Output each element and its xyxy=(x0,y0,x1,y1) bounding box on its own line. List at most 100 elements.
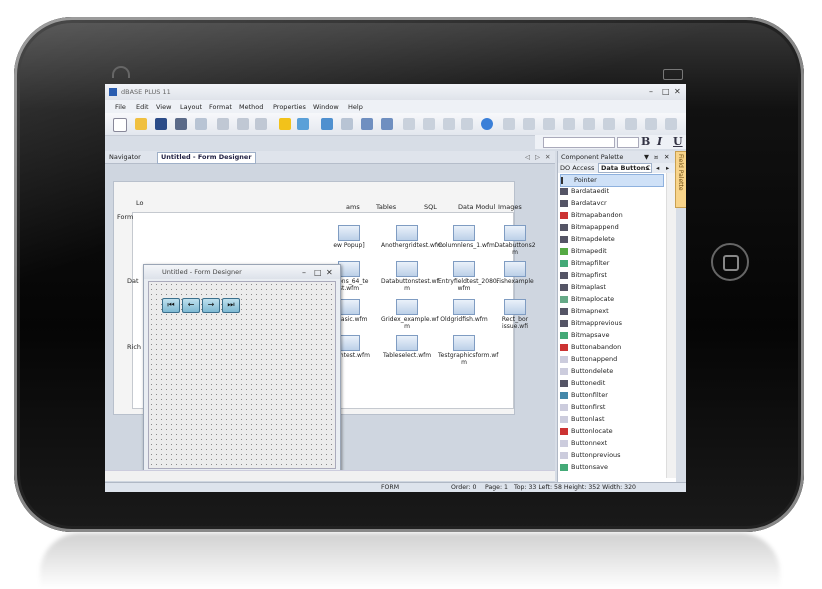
file-item[interactable]: Databuttons2 m xyxy=(491,225,539,256)
align-bottom-icon[interactable] xyxy=(603,118,615,130)
field-palette-icon[interactable] xyxy=(341,118,353,130)
palette-item[interactable]: Bitmapdelete xyxy=(560,234,662,245)
font-name-combo[interactable] xyxy=(543,137,615,148)
palette-scroll-left-button[interactable]: ◂ xyxy=(656,164,659,172)
method-editor-icon[interactable] xyxy=(381,118,393,130)
maximize-button[interactable]: □ xyxy=(662,87,670,96)
palette-item[interactable]: Buttonappend xyxy=(560,354,662,365)
print-icon[interactable] xyxy=(175,118,187,130)
palette-item[interactable]: Bitmapappend xyxy=(560,222,662,233)
palette-item[interactable]: Bardatavcr xyxy=(560,198,662,209)
save-icon[interactable] xyxy=(155,118,167,130)
palette-tab-do-access[interactable]: DO Access xyxy=(560,164,594,172)
menu-file[interactable]: File xyxy=(115,103,126,111)
size-height-icon[interactable] xyxy=(645,118,657,130)
navigator-tab-images[interactable]: Images xyxy=(498,203,522,211)
file-item[interactable]: Columnlens_1.wfm xyxy=(438,225,495,249)
navigator-tab-programs[interactable]: ams xyxy=(346,203,360,211)
menu-view[interactable]: View xyxy=(156,103,171,111)
help-icon[interactable] xyxy=(481,118,493,130)
designer-maximize-button[interactable]: □ xyxy=(314,268,322,277)
form-designer-window[interactable]: Untitled - Form Designer – □ ✕ ⏮ ← → ⏭ xyxy=(143,264,341,473)
palette-tab-data-buttons[interactable]: Data Buttons xyxy=(598,163,653,173)
tab-navigator[interactable]: Navigator xyxy=(109,153,141,161)
navigator-tab-datamodules[interactable]: Data Modul xyxy=(458,203,495,211)
file-item[interactable]: Testgraphicsform.wf m xyxy=(438,335,498,366)
file-item[interactable]: Fishexample xyxy=(491,261,539,285)
layout-2-icon[interactable] xyxy=(423,118,435,130)
menu-layout[interactable]: Layout xyxy=(180,103,202,111)
font-size-combo[interactable] xyxy=(617,137,639,148)
palette-item[interactable]: Buttonedit xyxy=(560,378,662,389)
paste-icon[interactable] xyxy=(255,118,267,130)
file-item[interactable]: ew Popup] xyxy=(323,225,375,249)
palette-item[interactable]: Buttonfirst xyxy=(560,402,662,413)
horizontal-scrollbar[interactable] xyxy=(105,470,555,481)
palette-item[interactable]: Bitmapfirst xyxy=(560,270,662,281)
align-top-icon[interactable] xyxy=(563,118,575,130)
menu-window[interactable]: Window xyxy=(313,103,339,111)
new-icon[interactable] xyxy=(113,118,127,132)
vcr-first-button[interactable]: ⏮ xyxy=(162,298,180,313)
cut-icon[interactable] xyxy=(217,118,229,130)
home-button[interactable] xyxy=(711,243,749,281)
file-item[interactable]: Gridex_example.wf m xyxy=(381,299,438,330)
palette-scroll-right-button[interactable]: ▸ xyxy=(666,164,669,172)
menu-edit[interactable]: Edit xyxy=(136,103,149,111)
align-middle-icon[interactable] xyxy=(583,118,595,130)
palette-item[interactable]: Buttonnext xyxy=(560,438,662,449)
form-designer-titlebar[interactable]: Untitled - Form Designer – □ ✕ xyxy=(144,265,340,279)
palette-item[interactable]: Bitmapedit xyxy=(560,246,662,257)
navigator-tab-tables[interactable]: Tables xyxy=(376,203,396,211)
palette-item[interactable]: Bitmaplast xyxy=(560,282,662,293)
palette-item[interactable]: Bitmapfilter xyxy=(560,258,662,269)
palette-item[interactable]: Bitmapsave xyxy=(560,330,662,341)
layout-1-icon[interactable] xyxy=(403,118,415,130)
tab-close-button[interactable]: ✕ xyxy=(545,153,550,161)
file-item[interactable]: Oldgridfish.wfm xyxy=(438,299,490,323)
palette-item[interactable]: Buttonabandon xyxy=(560,342,662,353)
align-center-icon[interactable] xyxy=(523,118,535,130)
palette-item[interactable]: Bitmapnext xyxy=(560,306,662,317)
design-icon[interactable] xyxy=(297,118,309,130)
minimize-button[interactable]: – xyxy=(649,87,653,96)
layout-3-icon[interactable] xyxy=(443,118,455,130)
menu-help[interactable]: Help xyxy=(348,103,363,111)
open-icon[interactable] xyxy=(135,118,147,130)
close-button[interactable]: ✕ xyxy=(674,87,681,96)
palette-pin-button[interactable]: ¤ xyxy=(654,153,658,161)
navigator-tab-sql[interactable]: SQL xyxy=(424,203,437,211)
file-item[interactable]: Anothergridtest.wfm xyxy=(381,225,443,249)
palette-dropdown-button[interactable]: ▼ xyxy=(644,153,649,161)
size-both-icon[interactable] xyxy=(665,118,677,130)
file-item[interactable]: Rect_bor issue.wfi xyxy=(491,299,539,330)
tab-prev-button[interactable]: ◁ xyxy=(525,153,530,161)
palette-item[interactable]: Buttondelete xyxy=(560,366,662,377)
menu-properties[interactable]: Properties xyxy=(273,103,306,111)
designer-minimize-button[interactable]: – xyxy=(302,268,306,277)
underline-button[interactable]: U xyxy=(673,135,683,148)
inspector-icon[interactable] xyxy=(361,118,373,130)
file-item[interactable]: Databuttonstest.wf m xyxy=(381,261,439,292)
designer-close-button[interactable]: ✕ xyxy=(326,268,333,277)
palette-item[interactable]: Bitmapabandon xyxy=(560,210,662,221)
align-right-icon[interactable] xyxy=(543,118,555,130)
field-palette-tab[interactable]: Field Palette xyxy=(675,151,686,208)
palette-item[interactable]: Buttonsave xyxy=(560,462,662,473)
run-icon[interactable] xyxy=(279,118,291,130)
palette-item[interactable]: Buttonlast xyxy=(560,414,662,425)
vcr-next-button[interactable]: → xyxy=(202,298,220,313)
palette-item[interactable]: Buttonlocate xyxy=(560,426,662,437)
align-left-icon[interactable] xyxy=(503,118,515,130)
italic-button[interactable]: I xyxy=(657,135,662,148)
palette-item[interactable]: Bitmaplocate xyxy=(560,294,662,305)
file-item[interactable]: Tableselect.wfm xyxy=(381,335,433,359)
palette-close-button[interactable]: ✕ xyxy=(664,153,669,161)
menu-method[interactable]: Method xyxy=(239,103,263,111)
palette-scrollbar[interactable] xyxy=(666,173,676,478)
palette-tab-c[interactable]: C xyxy=(646,164,651,172)
copy-icon[interactable] xyxy=(237,118,249,130)
bold-button[interactable]: B xyxy=(641,135,650,148)
component-palette-icon[interactable] xyxy=(321,118,333,130)
palette-item[interactable]: Buttonprevious xyxy=(560,450,662,461)
